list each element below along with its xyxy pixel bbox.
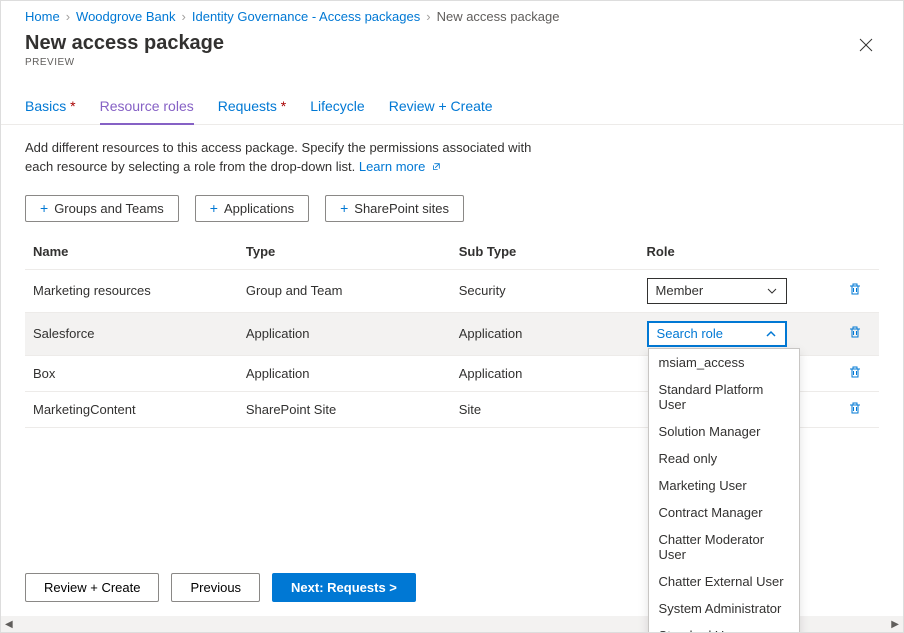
dropdown-option[interactable]: Contract Manager [649,499,799,526]
breadcrumb-woodgrove[interactable]: Woodgrove Bank [76,9,176,24]
scroll-right-icon[interactable]: ▶ [887,619,903,630]
dropdown-option[interactable]: Read only [649,445,799,472]
previous-button[interactable]: Previous [171,573,260,602]
cell-type: SharePoint Site [238,391,451,427]
page-title: New access package [25,32,224,55]
panel: Home › Woodgrove Bank › Identity Governa… [0,0,904,633]
cell-name: Salesforce [25,312,238,355]
col-subtype[interactable]: Sub Type [451,236,639,270]
cell-type: Application [238,312,451,355]
dropdown-option[interactable]: Chatter Moderator User [649,526,799,568]
dropdown-option[interactable]: Standard Platform User [649,376,799,418]
delete-button[interactable] [847,364,863,380]
close-button[interactable] [853,32,879,62]
role-dropdown[interactable]: msiam_accessStandard Platform UserSoluti… [648,348,800,633]
chevron-up-icon [765,328,777,340]
dropdown-option[interactable]: Chatter External User [649,568,799,595]
breadcrumb-current: New access package [437,9,560,24]
cell-type: Group and Team [238,269,451,312]
scroll-left-icon[interactable]: ◀ [1,619,17,630]
cell-subtype: Application [451,355,639,391]
cell-type: Application [238,355,451,391]
breadcrumb: Home › Woodgrove Bank › Identity Governa… [1,1,903,30]
dropdown-option[interactable]: Marketing User [649,472,799,499]
role-select[interactable]: Member [647,278,787,304]
required-indicator: * [277,98,286,114]
next-button[interactable]: Next: Requests > [272,573,416,602]
description-text: Add different resources to this access p… [25,140,531,174]
cell-subtype: Application [451,312,639,355]
col-type[interactable]: Type [238,236,451,270]
delete-button[interactable] [847,281,863,297]
role-select[interactable]: Search role [647,321,787,347]
review-create-button[interactable]: Review + Create [25,573,159,602]
header: New access package PREVIEW [1,30,903,68]
footer-buttons: Review + Create Previous Next: Requests … [25,573,416,602]
tabs: Basics * Resource roles Requests * Lifec… [1,68,903,125]
close-icon [859,38,873,52]
breadcrumb-identity-governance[interactable]: Identity Governance - Access packages [192,9,420,24]
tab-requests[interactable]: Requests * [218,92,287,124]
dropdown-option[interactable]: msiam_access [649,349,799,376]
external-link-icon [431,162,441,172]
add-applications-button[interactable]: +Applications [195,195,309,222]
table-row[interactable]: Marketing resources Group and Team Secur… [25,269,879,312]
tab-resource-roles[interactable]: Resource roles [100,92,194,124]
add-resource-buttons: +Groups and Teams +Applications +SharePo… [1,177,903,236]
add-sharepoint-button[interactable]: +SharePoint sites [325,195,464,222]
col-name[interactable]: Name [25,236,238,270]
required-indicator: * [66,98,75,114]
plus-icon: + [340,201,348,215]
col-role[interactable]: Role [639,236,839,270]
tab-review-create[interactable]: Review + Create [389,92,493,124]
dropdown-option[interactable]: Standard User [649,622,799,633]
chevron-right-icon: › [426,9,430,24]
cell-subtype: Site [451,391,639,427]
plus-icon: + [40,201,48,215]
cell-subtype: Security [451,269,639,312]
chevron-down-icon [766,285,778,297]
chevron-right-icon: › [182,9,186,24]
preview-label: PREVIEW [25,57,224,68]
dropdown-option[interactable]: Solution Manager [649,418,799,445]
tab-lifecycle[interactable]: Lifecycle [310,92,364,124]
plus-icon: + [210,201,218,215]
description: Add different resources to this access p… [1,125,561,177]
breadcrumb-home[interactable]: Home [25,9,60,24]
cell-name: Box [25,355,238,391]
cell-name: Marketing resources [25,269,238,312]
delete-button[interactable] [847,324,863,340]
delete-button[interactable] [847,400,863,416]
dropdown-option[interactable]: System Administrator [649,595,799,622]
cell-name: MarketingContent [25,391,238,427]
tab-basics[interactable]: Basics * [25,92,76,124]
add-groups-button[interactable]: +Groups and Teams [25,195,179,222]
chevron-right-icon: › [66,9,70,24]
learn-more-link[interactable]: Learn more [359,159,441,174]
